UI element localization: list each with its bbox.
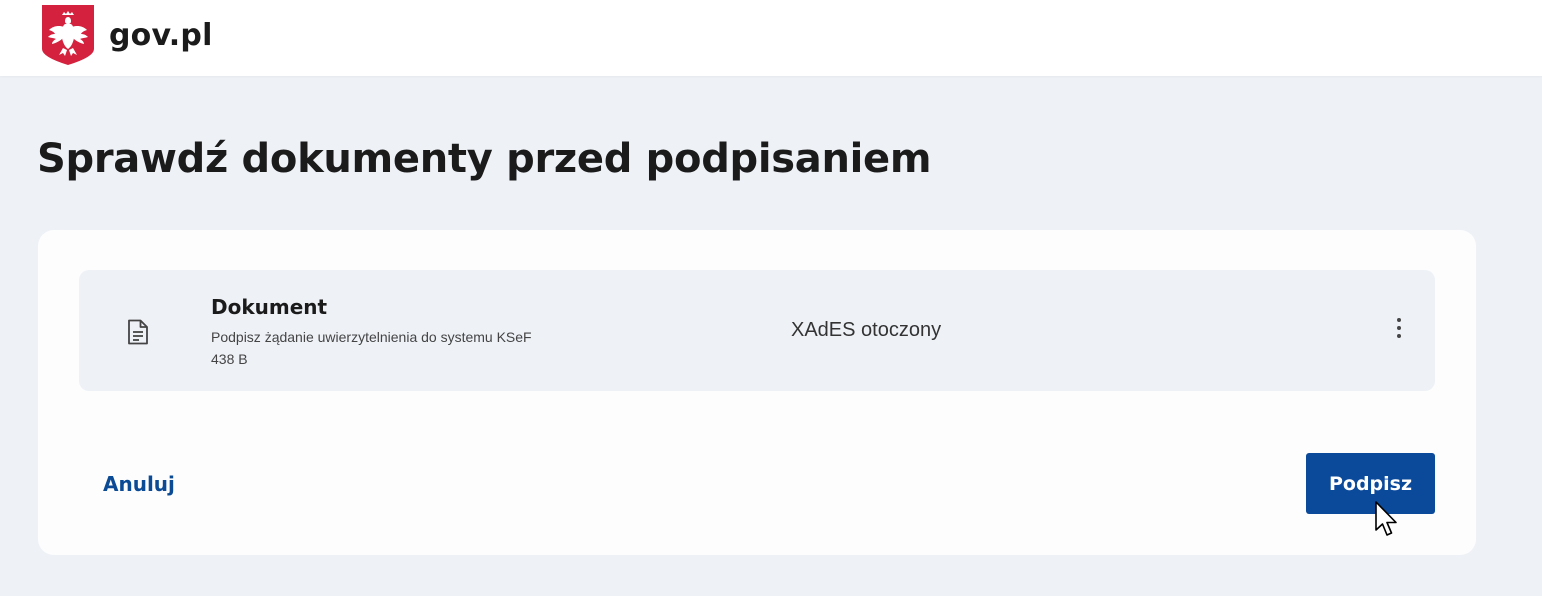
site-logo-text[interactable]: gov.pl xyxy=(109,18,213,53)
signature-format: XAdES otoczony xyxy=(791,319,942,341)
top-header: gov.pl xyxy=(0,0,1542,76)
polish-eagle-emblem-icon[interactable] xyxy=(42,5,94,65)
document-row: Dokument Podpisz żądanie uwierzytelnieni… xyxy=(79,270,1435,391)
sign-button[interactable]: Podpisz xyxy=(1306,453,1435,514)
more-vertical-icon[interactable] xyxy=(1387,314,1411,342)
documents-card: Dokument Podpisz żądanie uwierzytelnieni… xyxy=(38,230,1476,555)
page-title: Sprawdź dokumenty przed podpisaniem xyxy=(37,136,932,182)
document-size: 438 B xyxy=(211,351,248,367)
mouse-pointer-icon xyxy=(1375,501,1397,536)
document-icon xyxy=(128,319,148,345)
document-name: Dokument xyxy=(211,295,328,319)
cancel-button[interactable]: Anuluj xyxy=(103,472,175,496)
document-description: Podpisz żądanie uwierzytelnienia do syst… xyxy=(211,329,532,345)
